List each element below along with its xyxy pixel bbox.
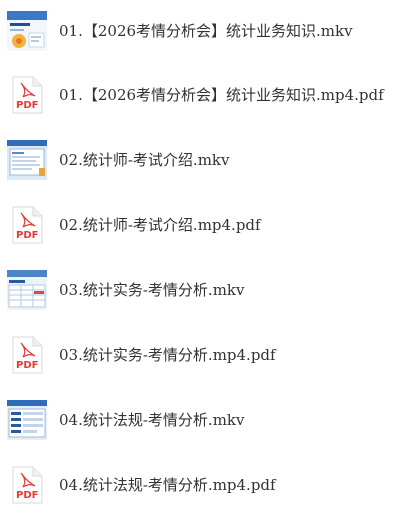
file-item[interactable]: PDF 03.统计实务-考情分析.mp4.pdf: [0, 332, 415, 378]
file-item[interactable]: PDF 04.统计法规-考情分析.mp4.pdf: [0, 462, 415, 508]
file-item[interactable]: 03.统计实务-考情分析.mkv: [0, 267, 415, 313]
file-name: 03.统计实务-考情分析.mp4.pdf: [59, 346, 276, 364]
pdf-file-icon: PDF: [7, 205, 47, 245]
pdf-file-icon: PDF: [7, 465, 47, 505]
pdf-file-icon: PDF: [7, 335, 47, 375]
svg-text:PDF: PDF: [16, 360, 38, 371]
file-name: 02.统计师-考试介绍.mkv: [59, 151, 230, 169]
pdf-file-icon: PDF: [7, 75, 47, 115]
file-item[interactable]: 02.统计师-考试介绍.mkv: [0, 137, 415, 183]
file-name: 02.统计师-考试介绍.mp4.pdf: [59, 216, 261, 234]
file-name: 04.统计法规-考情分析.mp4.pdf: [59, 476, 276, 494]
video-thumbnail-icon: [7, 140, 47, 180]
svg-text:PDF: PDF: [16, 490, 38, 501]
file-name: 03.统计实务-考情分析.mkv: [59, 281, 245, 299]
file-item[interactable]: PDF 02.统计师-考试介绍.mp4.pdf: [0, 202, 415, 248]
svg-text:PDF: PDF: [16, 100, 38, 111]
video-thumbnail-icon: [7, 270, 47, 310]
svg-text:PDF: PDF: [16, 230, 38, 241]
video-thumbnail-icon: [7, 400, 47, 440]
file-name: 04.统计法规-考情分析.mkv: [59, 411, 245, 429]
file-item[interactable]: 01.【2026考情分析会】统计业务知识.mkv: [0, 8, 415, 54]
file-name: 01.【2026考情分析会】统计业务知识.mkv: [59, 22, 353, 40]
file-name: 01.【2026考情分析会】统计业务知识.mp4.pdf: [59, 86, 384, 104]
file-list: 01.【2026考情分析会】统计业务知识.mkv PDF 01.【2026考情分…: [0, 0, 415, 511]
video-thumbnail-icon: [7, 11, 47, 51]
file-item[interactable]: 04.统计法规-考情分析.mkv: [0, 397, 415, 443]
file-item[interactable]: PDF 01.【2026考情分析会】统计业务知识.mp4.pdf: [0, 72, 415, 118]
